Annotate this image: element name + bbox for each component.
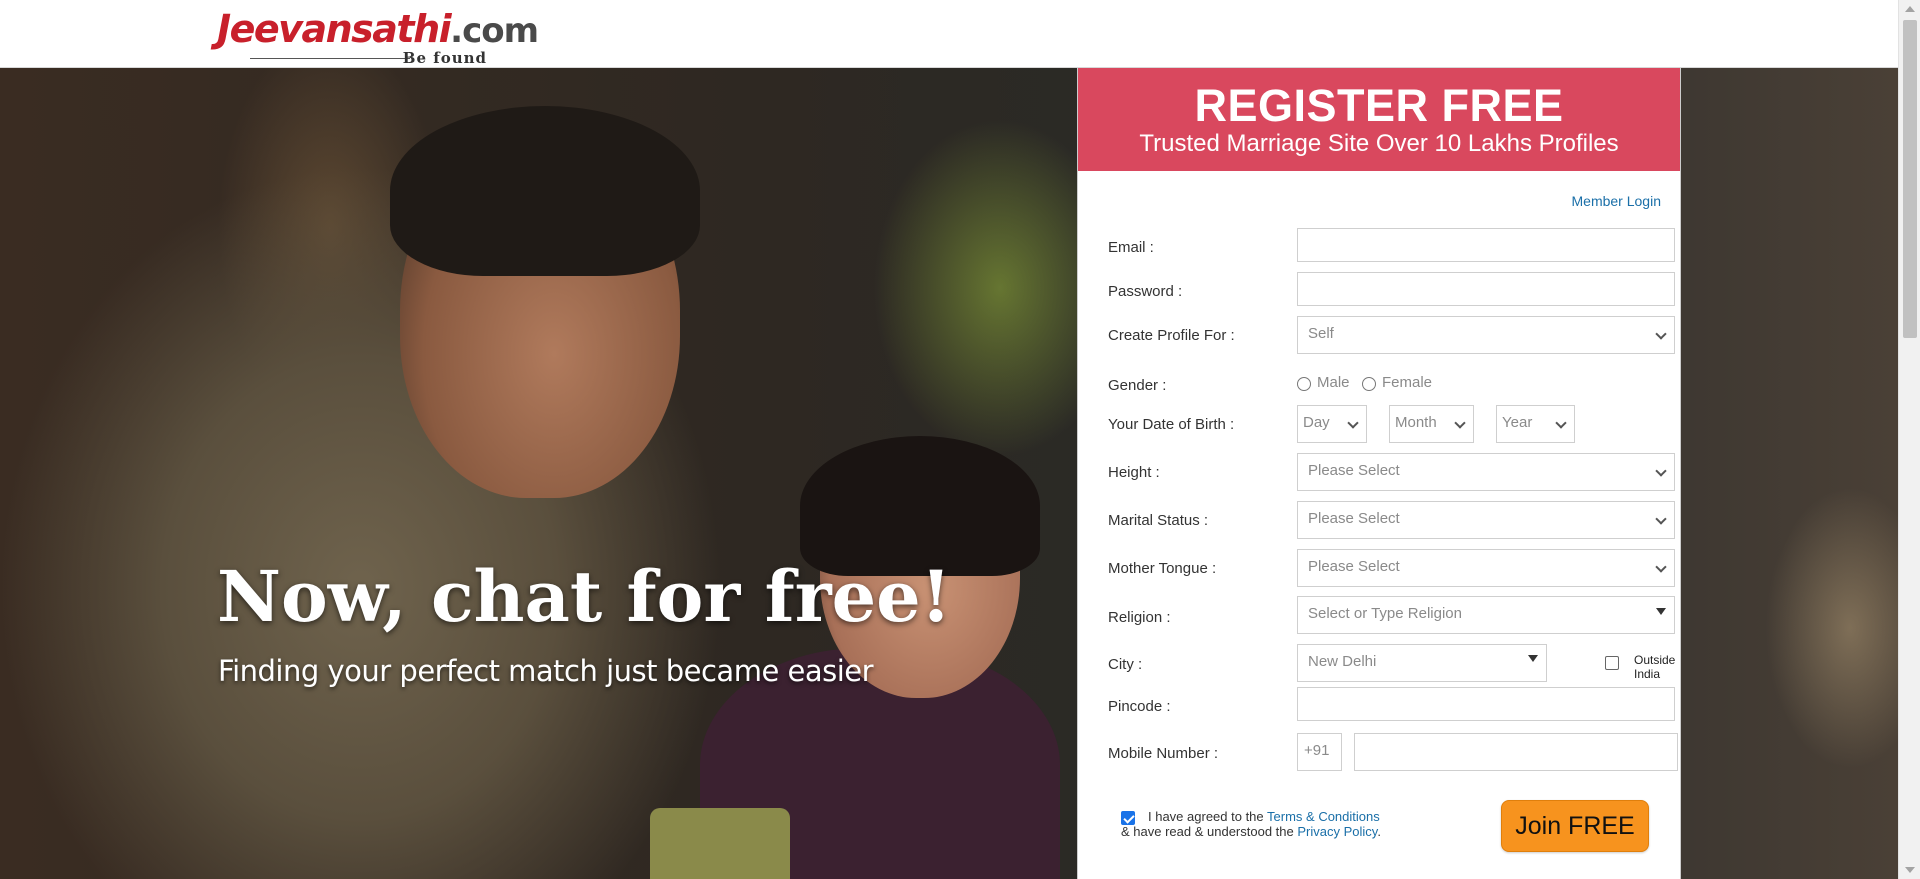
gender-female-label[interactable]: Female: [1382, 374, 1432, 391]
gender-male-label[interactable]: Male: [1317, 374, 1350, 391]
marital-status-value: Please Select: [1308, 510, 1400, 527]
height-label: Height :: [1108, 464, 1160, 481]
terms-checkbox[interactable]: [1121, 811, 1135, 825]
dob-month-value: Month: [1395, 414, 1437, 431]
scroll-up-arrow-icon[interactable]: [1905, 6, 1915, 12]
profile-for-row: Create Profile For : Self: [1108, 316, 1675, 354]
marital-status-label: Marital Status :: [1108, 512, 1209, 529]
chevron-down-icon: [1655, 465, 1667, 477]
password-value: [1298, 281, 1308, 298]
mother-tongue-value: Please Select: [1308, 558, 1400, 575]
dob-day-select[interactable]: Day: [1297, 405, 1367, 443]
outside-india-checkbox[interactable]: [1605, 656, 1619, 670]
password-row: Password :: [1108, 272, 1675, 308]
dob-label: Your Date of Birth :: [1108, 416, 1235, 433]
pincode-label: Pincode :: [1108, 698, 1171, 715]
agree-text-2: & have read & understood the: [1121, 824, 1298, 839]
email-label: Email :: [1108, 239, 1154, 256]
city-row: City : New Delhi Outside India: [1108, 644, 1675, 682]
mobile-row: Mobile Number : +91: [1108, 733, 1678, 771]
marital-status-row: Marital Status : Please Select: [1108, 501, 1675, 539]
religion-label: Religion :: [1108, 609, 1171, 626]
dob-year-value: Year: [1502, 414, 1533, 431]
mobile-code-value: +91: [1304, 742, 1330, 759]
logo-underline: [250, 58, 410, 59]
chevron-down-icon: [1655, 513, 1667, 525]
dropdown-arrow-icon: [1656, 608, 1666, 615]
marital-status-select[interactable]: Please Select: [1297, 501, 1675, 539]
logo-domain-text: .com: [450, 11, 539, 51]
mobile-number-value: [1355, 742, 1365, 759]
page-scrollbar[interactable]: [1898, 0, 1920, 879]
scroll-thumb[interactable]: [1903, 20, 1917, 338]
dob-row: Your Date of Birth : Day Month Year: [1108, 405, 1668, 443]
pincode-row: Pincode :: [1108, 686, 1675, 722]
logo-tagline: Be found: [402, 49, 487, 67]
mother-tongue-select[interactable]: Please Select: [1297, 549, 1675, 587]
outside-india-label[interactable]: Outside India: [1634, 653, 1675, 681]
height-row: Height : Please Select: [1108, 453, 1675, 491]
height-select[interactable]: Please Select: [1297, 453, 1675, 491]
profile-for-value: Self: [1308, 325, 1334, 342]
gender-female-radio[interactable]: [1362, 377, 1376, 391]
privacy-link[interactable]: Privacy Policy: [1297, 824, 1377, 839]
hero-subtitle: Finding your perfect match just became e…: [218, 654, 874, 688]
mobile-number-field[interactable]: [1354, 733, 1678, 771]
city-combobox[interactable]: New Delhi: [1297, 644, 1547, 682]
site-header: Jeevansathi.com Be found: [0, 0, 1898, 68]
hero-photo-man-hair: [390, 106, 700, 276]
religion-value: Select or Type Religion: [1308, 605, 1462, 622]
city-value: New Delhi: [1308, 653, 1377, 670]
dob-month-select[interactable]: Month: [1389, 405, 1474, 443]
mobile-country-code[interactable]: +91: [1297, 733, 1342, 771]
chevron-down-icon: [1555, 417, 1567, 429]
email-field[interactable]: [1297, 228, 1675, 262]
mother-tongue-row: Mother Tongue : Please Select: [1108, 549, 1675, 587]
mother-tongue-label: Mother Tongue :: [1108, 560, 1217, 577]
religion-combobox[interactable]: Select or Type Religion: [1297, 596, 1675, 634]
pincode-value: [1298, 696, 1308, 713]
pincode-field[interactable]: [1297, 687, 1675, 721]
height-value: Please Select: [1308, 462, 1400, 479]
gender-row: Gender : Male Female: [1108, 370, 1668, 406]
agree-text-1: I have agreed to the: [1148, 809, 1268, 824]
panel-title: REGISTER FREE: [1194, 80, 1564, 131]
profile-for-select[interactable]: Self: [1297, 316, 1675, 354]
chevron-down-icon: [1655, 328, 1667, 340]
profile-for-label: Create Profile For :: [1108, 327, 1235, 344]
panel-header: REGISTER FREE Trusted Marriage Site Over…: [1078, 68, 1680, 171]
password-label: Password :: [1108, 283, 1183, 300]
password-field[interactable]: [1297, 272, 1675, 306]
city-label: City :: [1108, 656, 1143, 673]
dob-year-select[interactable]: Year: [1496, 405, 1575, 443]
member-login-link[interactable]: Member Login: [1572, 193, 1662, 209]
chevron-down-icon: [1454, 417, 1466, 429]
chevron-down-icon: [1347, 417, 1359, 429]
registration-panel: REGISTER FREE Trusted Marriage Site Over…: [1077, 68, 1681, 879]
mobile-label: Mobile Number :: [1108, 745, 1219, 762]
terms-link[interactable]: Terms & Conditions: [1267, 809, 1380, 824]
jeevansathi-logo[interactable]: Jeevansathi.com Be found: [217, 7, 539, 67]
panel-subtitle: Trusted Marriage Site Over 10 Lakhs Prof…: [1139, 130, 1619, 157]
logo-brand-text: Jeevansathi: [217, 7, 452, 51]
terms-agreement: I have agreed to the Terms & Conditions: [1148, 809, 1380, 824]
chevron-down-icon: [1655, 561, 1667, 573]
agree-text-3: .: [1377, 824, 1381, 839]
hero-photo-mug: [650, 808, 790, 879]
hero-title: Now, chat for free!: [217, 555, 952, 638]
join-free-button[interactable]: Join FREE: [1501, 800, 1649, 852]
gender-male-radio[interactable]: [1297, 377, 1311, 391]
dob-day-value: Day: [1303, 414, 1330, 431]
email-value: [1298, 237, 1308, 254]
email-row: Email :: [1108, 228, 1675, 264]
privacy-agreement: & have read & understood the Privacy Pol…: [1121, 824, 1381, 839]
gender-label: Gender :: [1108, 377, 1167, 394]
scroll-down-arrow-icon[interactable]: [1905, 867, 1915, 873]
dropdown-arrow-icon: [1528, 655, 1538, 662]
religion-row: Religion : Select or Type Religion: [1108, 596, 1675, 634]
